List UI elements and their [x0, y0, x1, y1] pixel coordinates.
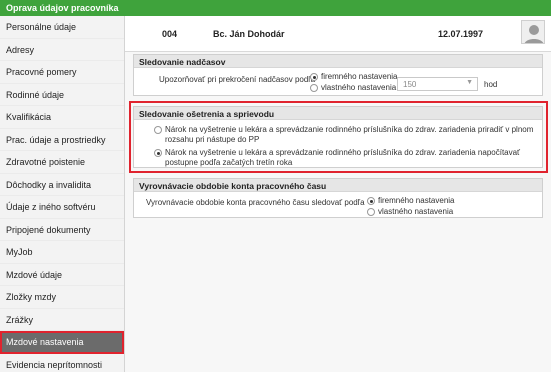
radio-unchecked-icon[interactable]	[367, 208, 375, 216]
sidebar: Personálne údaje Adresy Pracovné pomery …	[0, 16, 125, 372]
sidebar-item-personal-data[interactable]: Personálne údaje	[0, 16, 124, 39]
sidebar-item-other-software[interactable]: Údaje z iného softvéru	[0, 196, 124, 219]
employee-date: 12.07.1997	[438, 29, 484, 39]
sidebar-item-employments[interactable]: Pracovné pomery	[0, 61, 124, 84]
employee-header: 004 Bc. Ján Dohodár 12.07.1997	[125, 16, 551, 52]
overtime-option-own-label: vlastného nastavenia	[321, 83, 397, 92]
sidebar-item-wage-settings[interactable]: Mzdové nastavenia	[0, 331, 124, 354]
overtime-label: Upozorňovať pri prekročení nadčasov podľ…	[159, 75, 316, 84]
sidebar-item-deductions[interactable]: Zrážky	[0, 309, 124, 331]
sidebar-item-attached-documents[interactable]: Pripojené dokumenty	[0, 219, 124, 241]
balance-section: Vyrovnávacie obdobie konta pracovného ča…	[133, 178, 543, 218]
employee-name: Bc. Ján Dohodár	[213, 29, 285, 39]
radio-unchecked-icon[interactable]	[310, 84, 318, 92]
overtime-hours-value: 150	[403, 80, 417, 89]
overtime-option-company[interactable]: firemného nastavenia	[310, 72, 398, 81]
chevron-down-icon[interactable]: ▼	[466, 79, 473, 86]
overtime-option-own[interactable]: vlastného nastavenia	[310, 83, 396, 92]
care-section-highlight	[129, 101, 548, 173]
main-panel: 004 Bc. Ján Dohodár 12.07.1997 Sledovani…	[125, 16, 551, 372]
sidebar-item-wage-data[interactable]: Mzdové údaje	[0, 264, 124, 286]
overtime-hours-select[interactable]: 150 ▼	[397, 77, 478, 91]
sidebar-item-wage-components[interactable]: Zložky mzdy	[0, 286, 124, 309]
balance-label: Vyrovnávacie obdobie konta pracovného ča…	[146, 198, 365, 207]
overtime-section: Sledovanie nadčasov Upozorňovať pri prek…	[133, 54, 543, 96]
overtime-unit: hod	[484, 80, 498, 89]
overtime-section-title: Sledovanie nadčasov	[134, 55, 542, 68]
sidebar-item-work-data[interactable]: Prac. údaje a prostriedky	[0, 129, 124, 151]
balance-option-own[interactable]: vlastného nastavenia	[367, 207, 453, 216]
sidebar-item-absence-records[interactable]: Evidencia neprítomnosti	[0, 354, 124, 372]
sidebar-item-myjob[interactable]: MyJob	[0, 241, 124, 264]
balance-option-company-label: firemného nastavenia	[378, 196, 455, 205]
radio-checked-icon[interactable]	[310, 73, 318, 81]
sidebar-item-health-insurance[interactable]: Zdravotné poistenie	[0, 151, 124, 174]
sidebar-item-qualification[interactable]: Kvalifikácia	[0, 106, 124, 129]
balance-section-title: Vyrovnávacie obdobie konta pracovného ča…	[134, 179, 542, 192]
user-silhouette-icon[interactable]	[521, 20, 545, 44]
sidebar-item-pensions[interactable]: Dôchodky a invalidita	[0, 174, 124, 196]
radio-checked-icon[interactable]	[367, 197, 375, 205]
sidebar-item-addresses[interactable]: Adresy	[0, 39, 124, 61]
balance-option-own-label: vlastného nastavenia	[378, 207, 454, 216]
sidebar-item-family-data[interactable]: Rodinné údaje	[0, 84, 124, 106]
overtime-option-company-label: firemného nastavenia	[321, 72, 398, 81]
employee-id: 004	[162, 29, 178, 39]
window-title: Oprava údajov pracovníka	[0, 0, 551, 16]
balance-option-company[interactable]: firemného nastavenia	[367, 196, 455, 205]
